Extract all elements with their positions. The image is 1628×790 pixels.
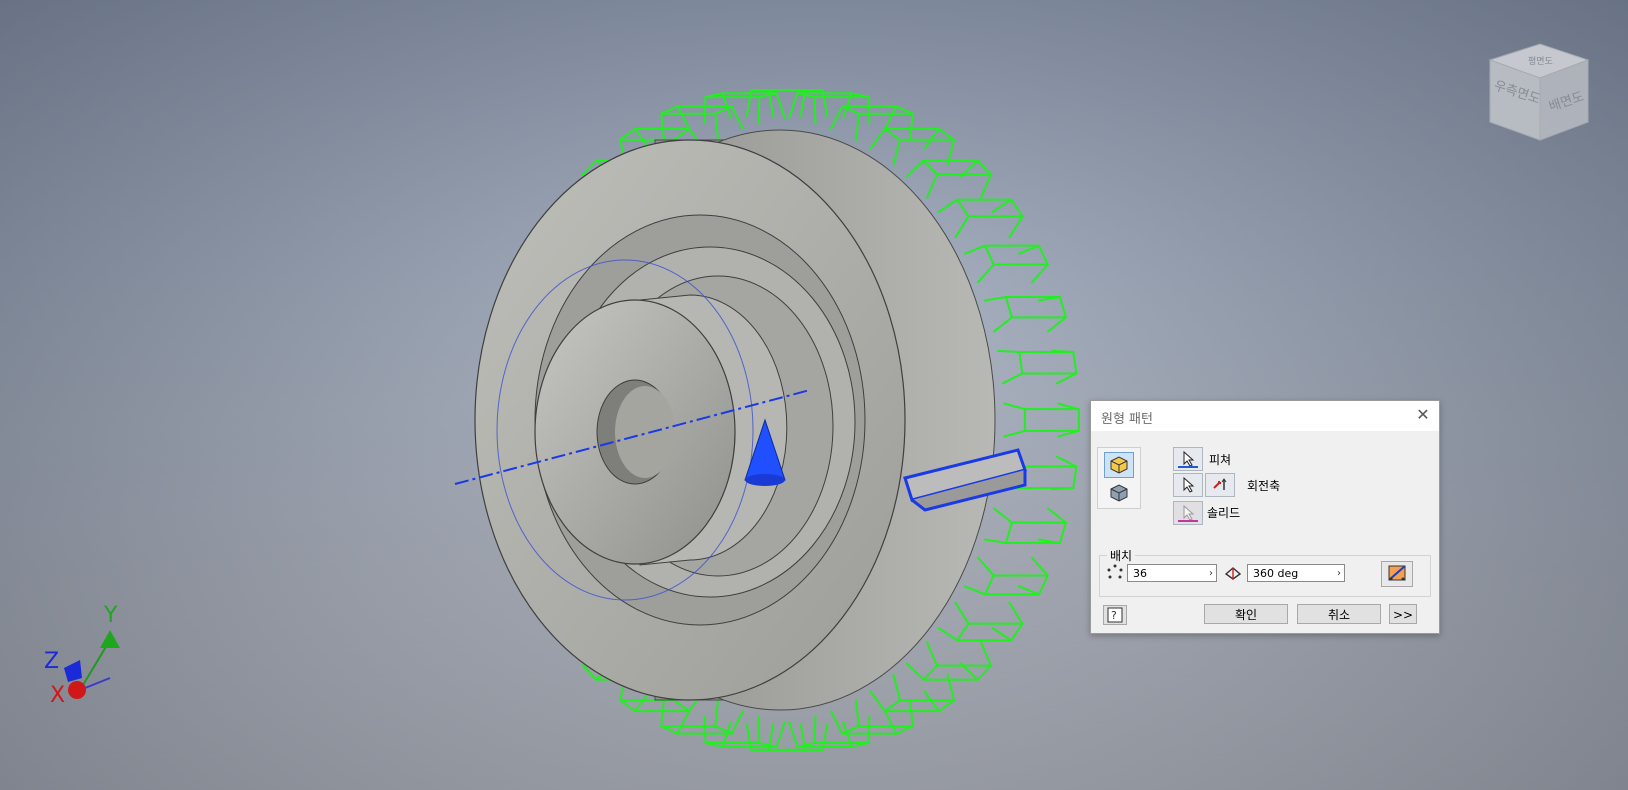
- svg-text:?: ?: [1111, 609, 1117, 622]
- gear-tooth-back: [991, 601, 1024, 642]
- count-field[interactable]: 36 ›: [1127, 564, 1217, 582]
- gear-tooth-back: [883, 105, 914, 141]
- model-scene[interactable]: 우측면도 배면도 평면도 Y Z X: [0, 0, 1628, 790]
- circular-pattern-dialog: 원형 패턴 ✕ 피쳐 회전축 솔리드 배치 36 › 360 deg › ? 확…: [1090, 400, 1440, 634]
- gear-tooth-back: [991, 198, 1024, 239]
- angle-field[interactable]: 360 deg ›: [1247, 564, 1345, 582]
- view-cube[interactable]: 우측면도 배면도 평면도: [1488, 43, 1590, 141]
- cancel-button[interactable]: 취소: [1297, 604, 1381, 624]
- help-button[interactable]: ?: [1103, 605, 1127, 625]
- angle-icon: [1224, 565, 1242, 581]
- count-value: 36: [1133, 567, 1147, 580]
- axis-triad: Y Z X: [44, 603, 120, 708]
- more-options-button[interactable]: >>: [1389, 604, 1417, 624]
- graphics-viewport[interactable]: 우측면도 배면도 평면도 Y Z X 원형 패턴 ✕ 피쳐 회전축 솔리드 배치…: [0, 0, 1628, 790]
- fit-pattern-button[interactable]: [1381, 561, 1413, 587]
- gear-tooth-back: [1051, 455, 1078, 491]
- gear-tooth-back: [1051, 349, 1078, 385]
- gear-body[interactable]: [474, 129, 996, 711]
- angle-value: 360 deg: [1253, 567, 1299, 580]
- dialog-title: 원형 패턴: [1101, 412, 1153, 427]
- axis-y-label: Y: [103, 603, 118, 628]
- gear-tooth-back: [959, 641, 993, 682]
- feature-select-button[interactable]: [1173, 447, 1203, 471]
- count-arrow-icon[interactable]: ›: [1209, 565, 1213, 583]
- feature-label: 피쳐: [1209, 453, 1232, 467]
- gear-tooth: [963, 556, 995, 596]
- flip-axis-button[interactable]: [1205, 473, 1235, 497]
- gear-tooth: [963, 244, 995, 284]
- pattern-mode-group: [1097, 447, 1141, 509]
- dialog-titlebar[interactable]: 원형 패턴 ✕: [1091, 401, 1439, 431]
- axis-label: 회전축: [1247, 479, 1281, 493]
- axis-z-label: Z: [44, 649, 59, 674]
- gear-tooth: [984, 295, 1014, 333]
- viewcube-face-top: 평면도: [1528, 56, 1553, 67]
- gear-tooth: [997, 349, 1024, 385]
- gear-tooth: [660, 105, 691, 141]
- gear-tooth-back: [1038, 507, 1068, 545]
- gear-tooth: [984, 507, 1014, 545]
- solid-label: 솔리드: [1207, 506, 1241, 520]
- placement-group-title: 배치: [1107, 547, 1136, 564]
- pattern-solid-icon[interactable]: [1104, 452, 1134, 478]
- gear-tooth-back: [883, 699, 914, 735]
- axis-x-label: X: [50, 683, 65, 708]
- gear-tooth: [1003, 402, 1026, 438]
- count-icon: [1107, 564, 1123, 580]
- solid-select-button[interactable]: [1173, 501, 1203, 525]
- angle-arrow-icon[interactable]: ›: [1337, 565, 1341, 583]
- gear-tooth: [660, 699, 691, 735]
- gear-tooth-back: [959, 158, 993, 199]
- close-icon[interactable]: ✕: [1413, 405, 1433, 425]
- pattern-feature-icon[interactable]: [1104, 480, 1134, 506]
- axis-select-button[interactable]: [1173, 473, 1203, 497]
- ok-button[interactable]: 확인: [1204, 604, 1288, 624]
- gear-tooth-back: [1038, 295, 1068, 333]
